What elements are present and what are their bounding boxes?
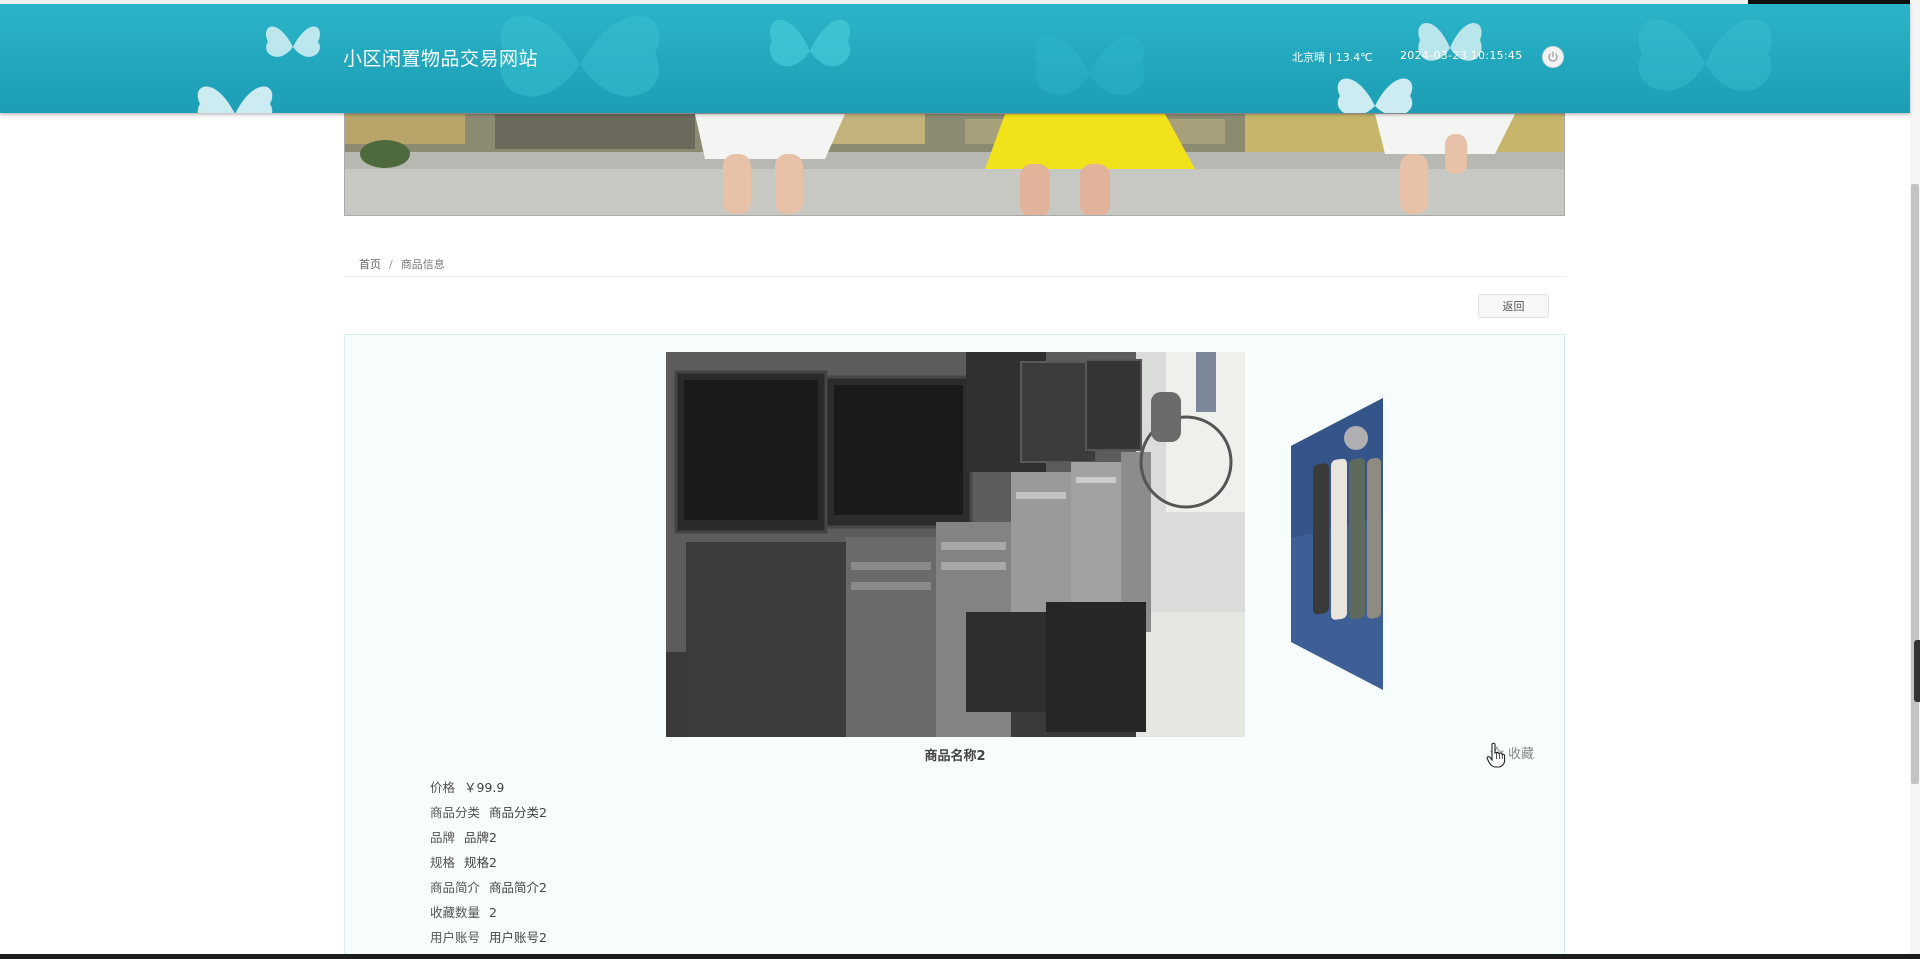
attribute-value: 2 (489, 905, 497, 920)
favorite-label: 收藏 (1508, 747, 1535, 762)
attribute-row-summary: 商品简介 商品简介2 (430, 879, 547, 904)
attribute-value: ￥99.9 (464, 780, 505, 795)
butterfly-decoration-icon (266, 26, 320, 57)
butterfly-decoration-icon (769, 19, 851, 67)
product-name: 商品名称2 (924, 749, 986, 764)
logout-button[interactable] (1542, 46, 1564, 68)
product-attributes: 价格 ￥99.9 商品分类 商品分类2 品牌 品牌2 规格 规格2 商品简介 商品简介2 … (430, 779, 547, 954)
product-thumbnail-image[interactable] (1291, 398, 1383, 690)
attribute-label: 商品分类 (430, 805, 481, 820)
attribute-value: 规格2 (464, 855, 497, 870)
weather-info: 北京晴 | 13.4℃ (1292, 51, 1373, 64)
back-button[interactable]: 返回 (1478, 294, 1549, 318)
attribute-row-user-account: 用户账号 用户账号2 (430, 929, 547, 954)
attribute-label: 规格 (430, 855, 456, 870)
breadcrumb: 首页 / 商品信息 (359, 256, 445, 272)
current-datetime: 2024-03-23 10:15:45 (1400, 49, 1523, 62)
side-tab-handle[interactable] (1914, 640, 1920, 702)
attribute-row-spec: 规格 规格2 (430, 854, 547, 879)
attribute-row-brand: 品牌 品牌2 (430, 829, 547, 854)
power-icon (1548, 51, 1558, 62)
site-title: 小区闲置物品交易网站 (343, 48, 539, 70)
butterfly-decoration-icon (1638, 19, 1772, 91)
attribute-value: 品牌2 (464, 830, 497, 845)
attribute-row-price: 价格 ￥99.9 (430, 779, 547, 804)
butterfly-decoration-icon (197, 86, 273, 113)
attribute-value: 商品简介2 (489, 880, 547, 895)
attribute-row-favorites-count: 收藏数量 2 (430, 904, 547, 929)
butterfly-decoration-icon (1418, 23, 1482, 61)
hand-cursor-icon (1486, 742, 1506, 768)
product-main-image[interactable] (666, 352, 1245, 737)
breadcrumb-current: 商品信息 (400, 258, 445, 271)
breadcrumb-divider (344, 276, 1565, 277)
attribute-label: 用户账号 (430, 930, 481, 945)
attribute-row-category: 商品分类 商品分类2 (430, 804, 547, 829)
butterfly-decoration-icon (1035, 35, 1145, 96)
attribute-value: 商品分类2 (489, 805, 547, 820)
attribute-value: 用户账号2 (489, 930, 547, 945)
site-header: 小区闲置物品交易网站 北京晴 | 13.4℃ 2024-03-23 10:15:… (0, 4, 1910, 113)
attribute-label: 价格 (430, 780, 456, 795)
taskbar-strip (0, 954, 1920, 959)
attribute-label: 收藏数量 (430, 905, 481, 920)
attribute-label: 品牌 (430, 830, 456, 845)
breadcrumb-separator: / (389, 258, 393, 271)
butterfly-decoration-icon (1337, 78, 1413, 113)
attribute-label: 商品简介 (430, 880, 481, 895)
banner-image (344, 113, 1565, 216)
breadcrumb-home-link[interactable]: 首页 (359, 258, 381, 271)
